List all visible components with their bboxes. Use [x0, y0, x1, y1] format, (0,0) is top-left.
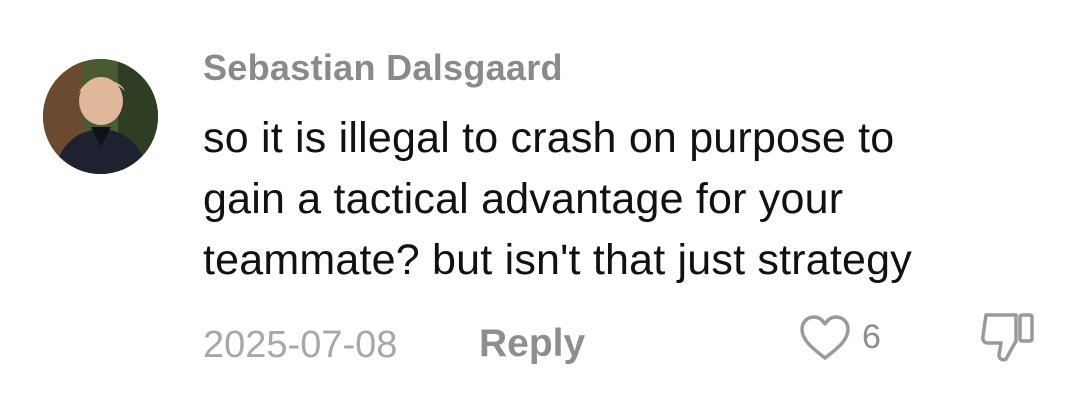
avatar-image	[43, 59, 158, 174]
comment-text: so it is illegal to crash on purpose to …	[203, 108, 1063, 291]
comment-date: 2025-07-08	[203, 324, 398, 366]
comment-item: Sebastian Dalsgaard so it is illegal to …	[0, 0, 1080, 405]
like-count: 6	[862, 318, 881, 356]
reply-button[interactable]: Reply	[479, 322, 585, 366]
avatar[interactable]	[43, 59, 158, 174]
comment-text-line: teammate? but isn't that just strategy	[203, 236, 912, 284]
heart-icon[interactable]	[798, 313, 852, 363]
comment-text-line: so it is illegal to crash on purpose to	[203, 114, 895, 162]
comment-author[interactable]: Sebastian Dalsgaard	[203, 47, 563, 89]
thumbs-down-icon[interactable]	[976, 309, 1038, 365]
like-button[interactable]: 6	[798, 311, 898, 367]
comment-text-line: gain a tactical advantage for your	[203, 175, 844, 223]
